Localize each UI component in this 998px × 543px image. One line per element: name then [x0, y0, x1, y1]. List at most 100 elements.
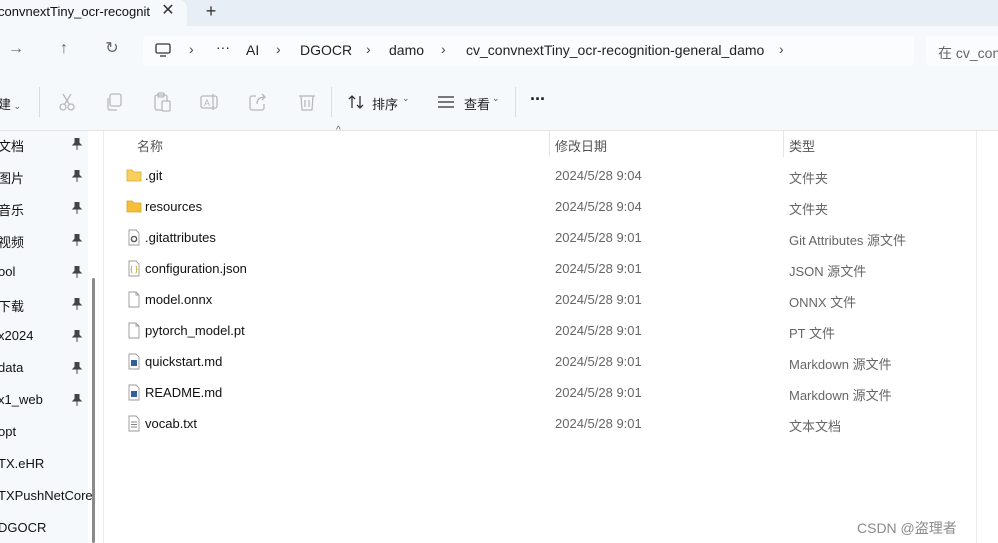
file-date: 2024/5/28 9:01	[555, 416, 642, 431]
breadcrumb-item[interactable]: cv_convnextTiny_ocr-recognition-general_…	[466, 42, 764, 58]
file-date: 2024/5/28 9:01	[555, 230, 642, 245]
table-row[interactable]: resources 2024/5/28 9:04 文件夹	[104, 192, 976, 223]
sidebar-item[interactable]: 音乐	[0, 197, 88, 221]
sidebar-scrollbar[interactable]	[92, 278, 95, 543]
table-row[interactable]: .gitattributes 2024/5/28 9:01 Git Attrib…	[104, 223, 976, 254]
rename-icon[interactable]: A	[200, 92, 220, 112]
delete-icon[interactable]	[297, 92, 317, 112]
table-row[interactable]: vocab.txt 2024/5/28 9:01 文本文档	[104, 409, 976, 440]
divider	[39, 87, 40, 117]
sidebar-item-label: 视频	[0, 235, 25, 250]
table-row[interactable]: quickstart.md 2024/5/28 9:01 Markdown 源文…	[104, 347, 976, 378]
sidebar-item[interactable]: 文档	[0, 133, 88, 157]
address-bar[interactable]: › ··· AI › DGOCR › damo › cv_convnextTin…	[143, 36, 914, 66]
cut-icon[interactable]	[57, 92, 77, 112]
sidebar-item-label: TX.eHR	[0, 456, 45, 471]
new-tab-icon[interactable]: +	[203, 2, 219, 20]
sidebar-item-label: 图片	[0, 171, 25, 186]
tab-active[interactable]: convnextTiny_ocr-recogniti ✕	[0, 0, 187, 26]
copy-icon[interactable]	[104, 92, 124, 112]
search-placeholder: 在 cv_con	[938, 45, 998, 61]
file-icon	[128, 322, 140, 339]
sidebar-item[interactable]: x2024	[0, 325, 88, 349]
search-input[interactable]: 在 cv_con	[926, 36, 998, 66]
tab-title: convnextTiny_ocr-recogniti	[0, 4, 150, 19]
up-icon[interactable]: ↑	[53, 38, 75, 60]
paste-icon[interactable]	[152, 92, 172, 112]
pin-icon[interactable]	[72, 170, 82, 182]
file-date: 2024/5/28 9:01	[555, 385, 642, 400]
pin-icon[interactable]	[72, 202, 82, 214]
file-type: 文本文档	[789, 419, 842, 434]
sidebar-item[interactable]: TX.eHR	[0, 453, 88, 477]
sidebar-item[interactable]: ool	[0, 261, 88, 285]
more-options-icon[interactable]: ···	[530, 89, 546, 110]
column-header-name[interactable]: 名称	[137, 136, 163, 155]
table-row[interactable]: README.md 2024/5/28 9:01 Markdown 源文件	[104, 378, 976, 409]
file-date: 2024/5/28 9:04	[555, 168, 642, 183]
refresh-icon[interactable]: ↻	[101, 38, 123, 60]
column-divider[interactable]	[549, 131, 550, 157]
sidebar-item-label: ool	[0, 264, 16, 279]
sidebar-item[interactable]: data	[0, 357, 88, 381]
breadcrumb-more-icon[interactable]: ···	[216, 39, 230, 55]
view-label: 查看	[464, 97, 491, 112]
file-name: resources	[145, 199, 203, 214]
divider	[331, 87, 332, 117]
share-icon[interactable]	[248, 92, 268, 112]
forward-icon[interactable]: →	[5, 38, 27, 60]
sidebar-item[interactable]: 图片	[0, 165, 88, 189]
gear-file-icon	[128, 229, 140, 246]
file-type: 文件夹	[789, 202, 829, 217]
this-pc-icon	[155, 43, 171, 57]
sidebar-item[interactable]: TXPushNetCore	[0, 485, 93, 509]
file-date: 2024/5/28 9:01	[555, 323, 642, 338]
file-list: ^ 名称 修改日期 类型 .git 2024/5/28 9:04 文件夹 res…	[103, 125, 977, 543]
sidebar-item[interactable]: 下载	[0, 293, 88, 317]
table-row[interactable]: configuration.json 2024/5/28 9:01 JSON 源…	[104, 254, 976, 285]
file-name: vocab.txt	[145, 416, 198, 431]
pin-icon[interactable]	[72, 362, 82, 374]
breadcrumb-chevron-icon: ›	[276, 41, 281, 57]
column-divider[interactable]	[783, 131, 784, 157]
sidebar-item[interactable]: opt	[0, 421, 88, 445]
table-row[interactable]: pytorch_model.pt 2024/5/28 9:01 PT 文件	[104, 316, 976, 347]
sidebar-item[interactable]: 视频	[0, 229, 88, 253]
pin-icon[interactable]	[72, 266, 82, 278]
breadcrumb-chevron-icon[interactable]: ›	[779, 41, 784, 57]
file-name: .git	[145, 168, 163, 183]
sidebar-item-label: 音乐	[0, 203, 25, 218]
sidebar-item-label: opt	[0, 424, 17, 439]
pin-icon[interactable]	[72, 298, 82, 310]
pin-icon[interactable]	[72, 330, 82, 342]
sort-button[interactable]: 排序 ⌄	[348, 92, 418, 114]
file-type: Markdown 源文件	[789, 357, 892, 372]
file-type: Git Attributes 源文件	[789, 233, 907, 248]
json-file-icon	[128, 260, 140, 277]
file-name: .gitattributes	[145, 230, 216, 245]
svg-text:A: A	[204, 98, 210, 108]
file-date: 2024/5/28 9:04	[555, 199, 642, 214]
sort-ascending-icon: ^	[336, 125, 341, 136]
pin-icon[interactable]	[72, 234, 82, 246]
breadcrumb-item[interactable]: DGOCR	[300, 42, 352, 58]
column-header-date[interactable]: 修改日期	[555, 136, 607, 155]
pin-icon[interactable]	[72, 138, 82, 150]
view-button[interactable]: 查看 ⌄	[437, 92, 507, 114]
column-header-type[interactable]: 类型	[789, 136, 815, 155]
sidebar-item-label: DGOCR	[0, 520, 47, 535]
file-name: pytorch_model.pt	[145, 323, 245, 338]
new-button[interactable]: 建 ⌄	[0, 94, 21, 113]
breadcrumb-chevron-icon: ›	[441, 41, 446, 57]
command-bar: 建 ⌄ A 排序 ⌄ 查看 ⌄ ···	[0, 75, 998, 131]
breadcrumb-item[interactable]: damo	[389, 42, 424, 58]
file-name: README.md	[145, 385, 223, 400]
sidebar-item[interactable]: x1_web	[0, 389, 88, 413]
breadcrumb-item[interactable]: AI	[246, 42, 259, 58]
pin-icon[interactable]	[72, 394, 82, 406]
sidebar-item[interactable]: DGOCR	[0, 517, 88, 541]
file-date: 2024/5/28 9:01	[555, 261, 642, 276]
table-row[interactable]: .git 2024/5/28 9:04 文件夹	[104, 161, 976, 192]
table-row[interactable]: model.onnx 2024/5/28 9:01 ONNX 文件	[104, 285, 976, 316]
tab-close-icon[interactable]: ✕	[160, 2, 176, 20]
